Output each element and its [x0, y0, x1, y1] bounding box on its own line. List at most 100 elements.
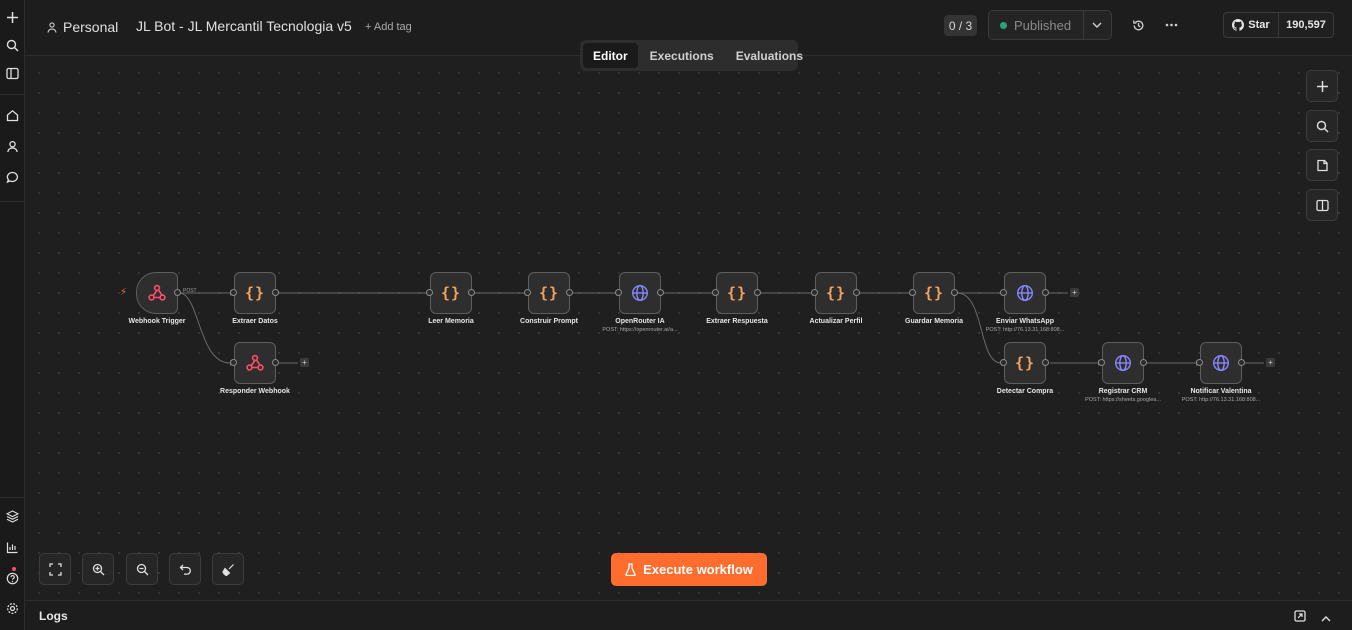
sidebar-toggle-icon[interactable] — [0, 60, 25, 86]
node-registrar-crm[interactable] — [1102, 342, 1144, 384]
add-node-plus-icon[interactable]: + — [1266, 358, 1275, 367]
sticky-note-button[interactable] — [1306, 149, 1338, 181]
add-node-button[interactable] — [1306, 70, 1338, 102]
input-handle[interactable] — [811, 289, 818, 296]
output-handle[interactable] — [754, 289, 761, 296]
output-handle[interactable] — [174, 289, 181, 296]
insights-icon[interactable] — [0, 534, 25, 560]
output-handle[interactable] — [853, 289, 860, 296]
code-icon: {} — [440, 284, 462, 302]
settings-icon[interactable] — [0, 595, 25, 621]
node-extraer-respuesta[interactable]: {} — [716, 272, 758, 314]
output-handle[interactable] — [1042, 359, 1049, 366]
node-construir-prompt[interactable]: {} — [528, 272, 570, 314]
notification-dot — [12, 567, 16, 571]
node-openrouter-ia[interactable] — [619, 272, 661, 314]
globe-icon — [1016, 284, 1034, 302]
node-enviar-whatsapp[interactable] — [1004, 272, 1046, 314]
more-options-icon[interactable] — [1162, 16, 1180, 34]
plus-icon — [1316, 80, 1328, 92]
input-handle[interactable] — [1196, 359, 1203, 366]
search-icon — [1316, 120, 1328, 132]
node-sublabel: POST: https://openrouter.ai/a... — [602, 327, 678, 333]
pop-out-icon[interactable] — [1294, 609, 1306, 627]
node-label: Responder Webhook — [220, 388, 290, 395]
node-notificar-valentina[interactable] — [1200, 342, 1242, 384]
trigger-bolt-icon: ⚡ — [120, 287, 128, 298]
user-icon — [47, 21, 57, 33]
node-leer-memoria[interactable]: {} — [430, 272, 472, 314]
input-handle[interactable] — [1000, 359, 1007, 366]
input-handle[interactable] — [1098, 359, 1105, 366]
node-sublabel: POST: http://76.13.31.168:808... — [985, 327, 1065, 333]
tab-executions[interactable]: Executions — [640, 43, 724, 68]
output-handle[interactable] — [657, 289, 664, 296]
templates-icon[interactable] — [0, 503, 25, 529]
output-handle[interactable] — [566, 289, 573, 296]
github-star-button[interactable]: Star — [1224, 13, 1279, 37]
add-node-plus-icon[interactable]: + — [1070, 288, 1079, 297]
node-guardar-memoria[interactable]: {} — [913, 272, 955, 314]
input-handle[interactable] — [712, 289, 719, 296]
input-handle[interactable] — [909, 289, 916, 296]
output-handle[interactable] — [1042, 289, 1049, 296]
webhook-icon — [148, 284, 166, 301]
node-detectar-compra[interactable]: {} — [1004, 342, 1046, 384]
user-icon[interactable] — [0, 133, 25, 159]
publish-control[interactable]: Published — [988, 10, 1112, 40]
input-handle[interactable] — [1000, 289, 1007, 296]
zoom-out-icon — [136, 563, 148, 575]
tab-editor[interactable]: Editor — [583, 43, 638, 68]
search-icon[interactable] — [0, 32, 25, 58]
published-status[interactable]: Published — [989, 11, 1083, 39]
execute-workflow-button[interactable]: Execute workflow — [611, 553, 767, 586]
logs-panel[interactable]: Logs — [25, 600, 1352, 630]
history-icon[interactable] — [1129, 16, 1147, 34]
github-star-count[interactable]: 190,597 — [1279, 13, 1333, 37]
input-handle[interactable] — [230, 359, 237, 366]
fit-view-button[interactable] — [39, 553, 71, 585]
add-tag-button[interactable]: + Add tag — [365, 21, 412, 33]
chevron-up-icon[interactable] — [1321, 610, 1331, 628]
chevron-down-icon[interactable] — [1082, 11, 1112, 39]
node-webhook-trigger[interactable] — [136, 272, 178, 314]
output-handle[interactable] — [951, 289, 958, 296]
tidy-up-button[interactable] — [212, 553, 244, 585]
plus-icon[interactable] — [0, 4, 25, 30]
code-icon: {} — [538, 284, 560, 302]
output-handle[interactable] — [1238, 359, 1245, 366]
input-handle[interactable] — [426, 289, 433, 296]
search-nodes-button[interactable] — [1306, 110, 1338, 142]
add-node-plus-icon[interactable]: + — [300, 358, 309, 367]
logs-title: Logs — [39, 609, 68, 623]
fit-view-icon — [48, 562, 62, 576]
panel-toggle-button[interactable] — [1306, 189, 1338, 221]
workflow-title[interactable]: JL Bot - JL Mercantil Tecnologia v5 — [136, 18, 352, 34]
output-handle[interactable] — [468, 289, 475, 296]
chat-icon[interactable] — [0, 164, 25, 190]
output-handle[interactable] — [272, 359, 279, 366]
github-star-widget[interactable]: Star 190,597 — [1223, 12, 1334, 38]
node-responder-webhook[interactable] — [234, 342, 276, 384]
github-star-label: Star — [1248, 19, 1270, 31]
home-icon[interactable] — [0, 102, 25, 128]
input-handle[interactable] — [524, 289, 531, 296]
undo-icon — [179, 564, 191, 575]
input-handle[interactable] — [615, 289, 622, 296]
zoom-out-button[interactable] — [126, 553, 158, 585]
project-breadcrumb[interactable]: Personal — [47, 19, 118, 35]
undo-button[interactable] — [169, 553, 201, 585]
github-icon — [1232, 19, 1245, 31]
zoom-in-button[interactable] — [82, 553, 114, 585]
input-handle[interactable] — [230, 289, 237, 296]
node-extraer-datos[interactable]: {} — [234, 272, 276, 314]
version-counter: 0 / 3 — [944, 15, 977, 36]
panel-icon — [1315, 199, 1329, 211]
output-handle[interactable] — [272, 289, 279, 296]
zoom-in-icon — [92, 563, 104, 575]
node-actualizar-perfil[interactable]: {} — [815, 272, 857, 314]
tab-evaluations[interactable]: Evaluations — [726, 43, 813, 68]
output-handle[interactable] — [1140, 359, 1147, 366]
globe-icon — [631, 284, 649, 302]
published-label: Published — [1014, 17, 1072, 33]
